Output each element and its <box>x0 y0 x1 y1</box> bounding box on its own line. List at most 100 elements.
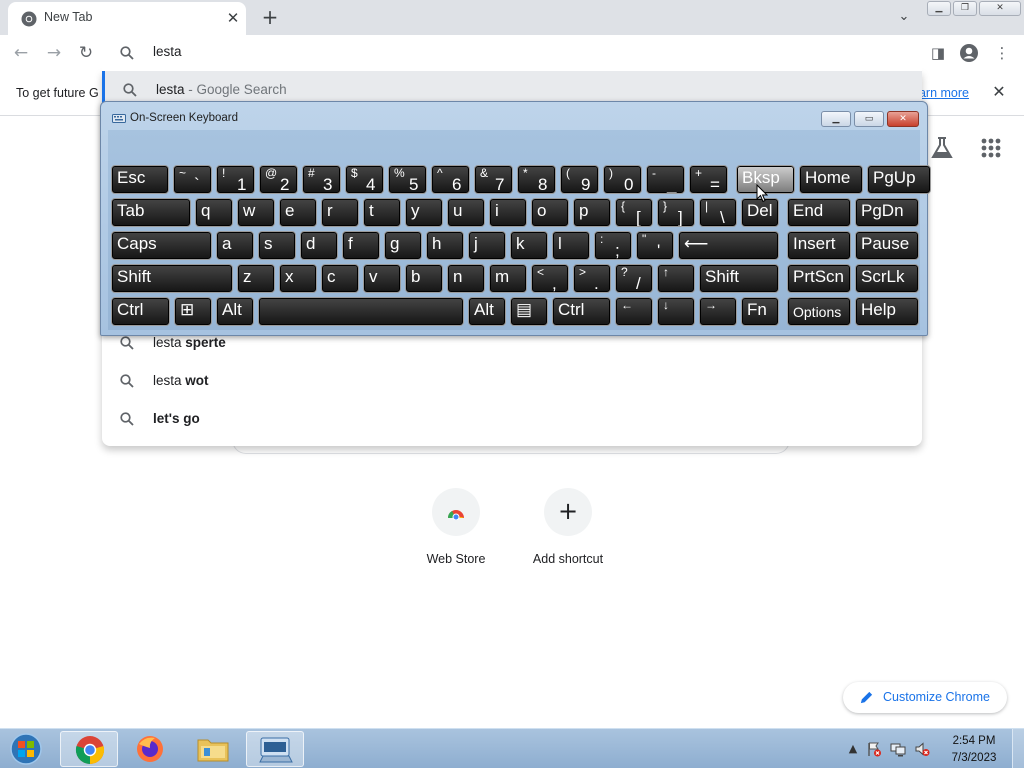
close-window-button[interactable]: ✕ <box>979 1 1021 16</box>
key-c[interactable]: c <box>321 264 359 293</box>
key-y[interactable]: y <box>405 198 443 227</box>
key-symbol[interactable]: <, <box>531 264 569 293</box>
profile-avatar-icon[interactable] <box>959 43 979 63</box>
key-k[interactable]: k <box>510 231 548 260</box>
key-scrlk[interactable]: ScrLk <box>855 264 919 293</box>
key-n[interactable]: n <box>447 264 485 293</box>
key-9[interactable]: (9 <box>560 165 599 194</box>
apps-grid-icon[interactable] <box>978 135 1004 161</box>
key-symbol[interactable]: >. <box>573 264 611 293</box>
key-help[interactable]: Help <box>855 297 919 326</box>
key-alt[interactable]: Alt <box>468 297 506 326</box>
key-symbol[interactable]: " ' <box>636 231 674 260</box>
key-2[interactable]: @2 <box>259 165 298 194</box>
suggestion-item[interactable]: let's go <box>102 400 922 438</box>
key-r[interactable]: r <box>321 198 359 227</box>
key-6[interactable]: ^ 6 <box>431 165 470 194</box>
key-o[interactable]: o <box>531 198 569 227</box>
customize-chrome-button[interactable]: Customize Chrome <box>843 682 1007 713</box>
key-symbol[interactable]: | \ <box>699 198 737 227</box>
key-w[interactable]: w <box>237 198 275 227</box>
key-pgup[interactable]: PgUp <box>867 165 931 194</box>
key-1[interactable]: ! 1 <box>216 165 255 194</box>
volume-muted-icon[interactable] <box>914 741 930 757</box>
key-symbol[interactable]: ⟵ <box>678 231 779 260</box>
shortcut-add[interactable]: + Add shortcut <box>512 488 624 578</box>
key-pgdn[interactable]: PgDn <box>855 198 919 227</box>
taskbar-firefox-app[interactable] <box>122 731 180 767</box>
forward-arrow-icon[interactable]: → <box>42 41 66 65</box>
suggestion-item[interactable]: lesta wot <box>102 362 922 400</box>
key-symbol[interactable]: → <box>699 297 737 326</box>
labs-flask-icon[interactable] <box>929 135 955 161</box>
key-t[interactable]: t <box>363 198 401 227</box>
tab-close-icon[interactable]: ✕ <box>223 8 243 28</box>
tab-new-tab[interactable]: New Tab ✕ <box>8 2 246 35</box>
key-options[interactable]: Options <box>787 297 851 326</box>
key-end[interactable]: End <box>787 198 851 227</box>
clock-time[interactable]: 2:54 PM <box>942 735 1006 747</box>
key-shift[interactable]: Shift <box>111 264 233 293</box>
key-7[interactable]: & 7 <box>474 165 513 194</box>
taskbar-explorer-app[interactable] <box>184 731 242 767</box>
network-icon[interactable] <box>890 741 906 757</box>
key-esc[interactable]: Esc <box>111 165 169 194</box>
key-j[interactable]: j <box>468 231 506 260</box>
key-a[interactable]: a <box>216 231 254 260</box>
key-v[interactable]: v <box>363 264 401 293</box>
chrome-menu-icon[interactable]: ⋮ <box>992 43 1012 63</box>
show-hidden-icons-chevron-icon[interactable]: ▲ <box>845 741 861 757</box>
key-8[interactable]: * 8 <box>517 165 556 194</box>
osk-maximize-button[interactable]: ▭ <box>854 111 884 127</box>
key-0[interactable]: ) 0 <box>603 165 642 194</box>
key-pause[interactable]: Pause <box>855 231 919 260</box>
key-z[interactable]: z <box>237 264 275 293</box>
key-symbol[interactable]: ~ ` <box>173 165 212 194</box>
key-u[interactable]: u <box>447 198 485 227</box>
tab-search-chevron-icon[interactable]: ⌄ <box>894 8 914 26</box>
shortcut-web-store[interactable]: Web Store <box>400 488 512 578</box>
key-tab[interactable]: Tab <box>111 198 191 227</box>
key-5[interactable]: % 5 <box>388 165 427 194</box>
key-ctrl[interactable]: Ctrl <box>111 297 170 326</box>
key-symbol[interactable]: ▤ <box>510 297 548 326</box>
clock-date[interactable]: 7/3/2023 <box>942 752 1006 764</box>
show-desktop-button[interactable] <box>1012 729 1024 768</box>
side-panel-icon[interactable]: ◨ <box>928 43 948 63</box>
key-symbol[interactable]: ? / <box>615 264 653 293</box>
key-caps[interactable]: Caps <box>111 231 212 260</box>
key-x[interactable]: x <box>279 264 317 293</box>
key-fn[interactable]: Fn <box>741 297 779 326</box>
key-f[interactable]: f <box>342 231 380 260</box>
key-l[interactable]: l <box>552 231 590 260</box>
key-alt[interactable]: Alt <box>216 297 254 326</box>
key-prtscn[interactable]: PrtScn <box>787 264 851 293</box>
key-symbol[interactable]: ↑ <box>657 264 695 293</box>
key-home[interactable]: Home <box>799 165 863 194</box>
osk-close-button[interactable]: ✕ <box>887 111 919 127</box>
key-space[interactable] <box>258 297 464 326</box>
key-symbol[interactable]: ↓ <box>657 297 695 326</box>
infobar-close-icon[interactable]: ✕ <box>989 82 1009 102</box>
key-b[interactable]: b <box>405 264 443 293</box>
back-arrow-icon[interactable]: ← <box>9 41 33 65</box>
taskbar-osk-app[interactable] <box>246 731 304 767</box>
key-4[interactable]: $4 <box>345 165 384 194</box>
key-h[interactable]: h <box>426 231 464 260</box>
key-e[interactable]: e <box>279 198 317 227</box>
key-p[interactable]: p <box>573 198 611 227</box>
new-tab-button[interactable]: + <box>258 6 282 28</box>
key-3[interactable]: #3 <box>302 165 341 194</box>
reload-icon[interactable]: ↻ <box>74 41 98 65</box>
key-symbol[interactable]: - _ <box>646 165 685 194</box>
key-symbol[interactable]: + = <box>689 165 728 194</box>
taskbar-chrome-app[interactable] <box>60 731 118 767</box>
key-m[interactable]: m <box>489 264 527 293</box>
start-button-icon[interactable] <box>6 732 46 766</box>
restore-window-button[interactable]: ❐ <box>953 1 977 16</box>
key-insert[interactable]: Insert <box>787 231 851 260</box>
key-shift[interactable]: Shift <box>699 264 779 293</box>
omnibox-input[interactable]: lesta <box>153 44 182 59</box>
key-symbol[interactable]: }] <box>657 198 695 227</box>
key-symbol[interactable]: ← <box>615 297 653 326</box>
